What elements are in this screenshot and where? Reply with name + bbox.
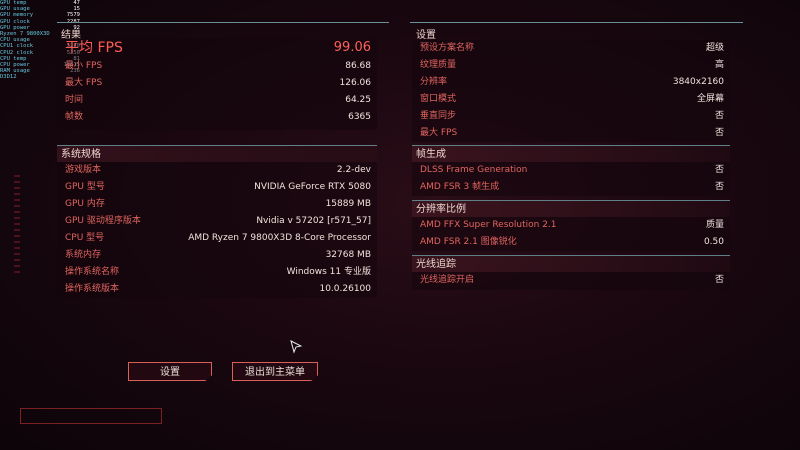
setting-row: 预设方案名称 超级: [412, 40, 730, 56]
spec-row: GPU 型号 NVIDIA GeForce RTX 5080: [57, 179, 377, 195]
exit-to-main-menu-button[interactable]: 退出到主菜单: [232, 362, 318, 381]
raytracing-row: 光线追踪开启 否: [412, 272, 730, 288]
setting-value: 全屏幕: [696, 94, 724, 104]
spec-value: AMD Ryzen 7 9800X3D 8-Core Processor: [188, 233, 371, 243]
top-divider-left: [57, 22, 389, 23]
spec-row: 系统内存 32768 MB: [57, 247, 377, 263]
spec-row: 操作系统名称 Windows 11 专业版: [57, 264, 377, 280]
setting-value: 超级: [705, 43, 724, 53]
spec-label: 操作系统名称: [65, 267, 120, 277]
settings-box: 预设方案名称 超级 纹理质量 高 分辨率 3840x2160 窗口模式 全屏幕 垂直同步…: [412, 40, 730, 142]
setting-value: 否: [714, 111, 724, 121]
setting-label: 窗口模式: [420, 94, 457, 104]
framegen-header: 帧生成: [412, 145, 730, 162]
results-box: 平均 FPS 99.06 最小 FPS 86.68 最大 FPS 126.06 …: [57, 38, 377, 130]
system-specs-panel: 系统规格 游戏版本 2.2-dev GPU 型号 NVIDIA GeForce RT…: [57, 145, 377, 300]
result-value: 99.06: [333, 40, 371, 55]
result-row: 最小 FPS 86.68: [57, 58, 377, 74]
raytracing-box: 光线追踪开启 否: [412, 272, 730, 290]
resscale-row: AMD FFX Super Resolution 2.1 质量: [412, 217, 730, 233]
resolution-scaling-box: AMD FFX Super Resolution 2.1 质量 AMD FSR 2…: [412, 217, 730, 251]
raytracing-panel: 光线追踪 光线追踪开启 否: [412, 255, 730, 291]
framegen-row: AMD FSR 3 帧生成 否: [412, 179, 730, 195]
raytracing-value: 否: [714, 275, 724, 285]
spec-value: Nvidia v 57202 [r571_57]: [256, 216, 371, 226]
framegen-panel: 帧生成 DLSS Frame Generation 否 AMD FSR 3 帧生成…: [412, 145, 730, 197]
result-label: 时间: [65, 95, 84, 105]
top-divider-right: [410, 22, 743, 23]
setting-row: 纹理质量 高: [412, 57, 730, 73]
spec-label: CPU 型号: [65, 233, 105, 243]
setting-row: 分辨率 3840x2160: [412, 74, 730, 90]
spec-label: 系统内存: [65, 250, 102, 260]
resolution-scaling-panel: 分辨率比例 AMD FFX Super Resolution 2.1 质量 AMD…: [412, 200, 730, 252]
framegen-label: AMD FSR 3 帧生成: [420, 182, 500, 192]
setting-value: 3840x2160: [672, 77, 724, 87]
result-row: 平均 FPS 99.06: [57, 40, 377, 56]
setting-label: 预设方案名称: [420, 43, 475, 53]
resolution-scaling-header: 分辨率比例: [412, 200, 730, 217]
result-value: 6365: [348, 112, 371, 122]
result-label: 最大 FPS: [65, 78, 103, 88]
spec-label: 操作系统版本: [65, 284, 120, 294]
spec-value: 15889 MB: [325, 199, 371, 209]
result-label: 帧数: [65, 112, 84, 122]
resscale-value: 0.50: [703, 237, 724, 247]
spec-label: GPU 内存: [65, 199, 105, 209]
setting-label: 垂直同步: [420, 111, 457, 121]
result-label: 平均 FPS: [65, 40, 123, 56]
resscale-row: AMD FSR 2.1 图像锐化 0.50: [412, 234, 730, 250]
setting-label: 纹理质量: [420, 60, 457, 70]
setting-row: 最大 FPS 否: [412, 125, 730, 141]
framegen-row: DLSS Frame Generation 否: [412, 162, 730, 178]
setting-row: 垂直同步 否: [412, 108, 730, 124]
raytracing-header: 光线追踪: [412, 255, 730, 272]
settings-button[interactable]: 设置: [128, 362, 212, 381]
spec-value: 32768 MB: [325, 250, 371, 260]
spec-value: Windows 11 专业版: [286, 267, 371, 277]
edge-decoration: [14, 175, 20, 275]
settings-panel: 设置 预设方案名称 超级 纹理质量 高 分辨率 3840x2160 窗口模式 全屏幕 垂…: [412, 26, 730, 142]
spec-value: 10.0.26100: [319, 284, 371, 294]
spec-row: GPU 驱动程序版本 Nvidia v 57202 [r571_57]: [57, 213, 377, 229]
resscale-value: 质量: [705, 220, 724, 230]
resscale-label: AMD FSR 2.1 图像锐化: [420, 237, 517, 247]
spec-label: GPU 型号: [65, 182, 105, 192]
spec-row: 操作系统版本 10.0.26100: [57, 281, 377, 297]
framegen-label: DLSS Frame Generation: [420, 165, 528, 175]
system-specs-box: 游戏版本 2.2-dev GPU 型号 NVIDIA GeForce RTX 508…: [57, 162, 377, 298]
setting-value: 否: [714, 128, 724, 138]
spec-label: GPU 驱动程序版本: [65, 216, 141, 226]
framegen-value: 否: [714, 165, 724, 175]
results-panel: 结果 平均 FPS 99.06 最小 FPS 86.68 最大 FPS 126.…: [57, 26, 377, 130]
resscale-label: AMD FFX Super Resolution 2.1: [420, 220, 557, 230]
system-specs-header: 系统规格: [57, 145, 377, 162]
corner-decoration: [20, 408, 162, 424]
result-label: 最小 FPS: [65, 61, 103, 71]
spec-row: CPU 型号 AMD Ryzen 7 9800X3D 8-Core Process…: [57, 230, 377, 246]
mouse-cursor-icon: [290, 340, 302, 354]
result-row: 时间 64.25: [57, 92, 377, 108]
result-row: 帧数 6365: [57, 109, 377, 125]
result-row: 最大 FPS 126.06: [57, 75, 377, 91]
spec-value: 2.2-dev: [336, 165, 371, 175]
setting-label: 最大 FPS: [420, 128, 458, 138]
framegen-box: DLSS Frame Generation 否 AMD FSR 3 帧生成 否: [412, 162, 730, 196]
framegen-value: 否: [714, 182, 724, 192]
raytracing-label: 光线追踪开启: [420, 275, 475, 285]
spec-value: NVIDIA GeForce RTX 5080: [254, 182, 371, 192]
overlay-label: D3D12: [0, 74, 17, 81]
spec-row: 游戏版本 2.2-dev: [57, 162, 377, 178]
spec-label: 游戏版本: [65, 165, 102, 175]
result-value: 64.25: [345, 95, 371, 105]
setting-row: 窗口模式 全屏幕: [412, 91, 730, 107]
settings-header: 设置: [416, 30, 436, 41]
setting-label: 分辨率: [420, 77, 448, 87]
result-value: 86.68: [345, 61, 371, 71]
result-value: 126.06: [339, 78, 372, 88]
spec-row: GPU 内存 15889 MB: [57, 196, 377, 212]
setting-value: 高: [714, 60, 724, 70]
